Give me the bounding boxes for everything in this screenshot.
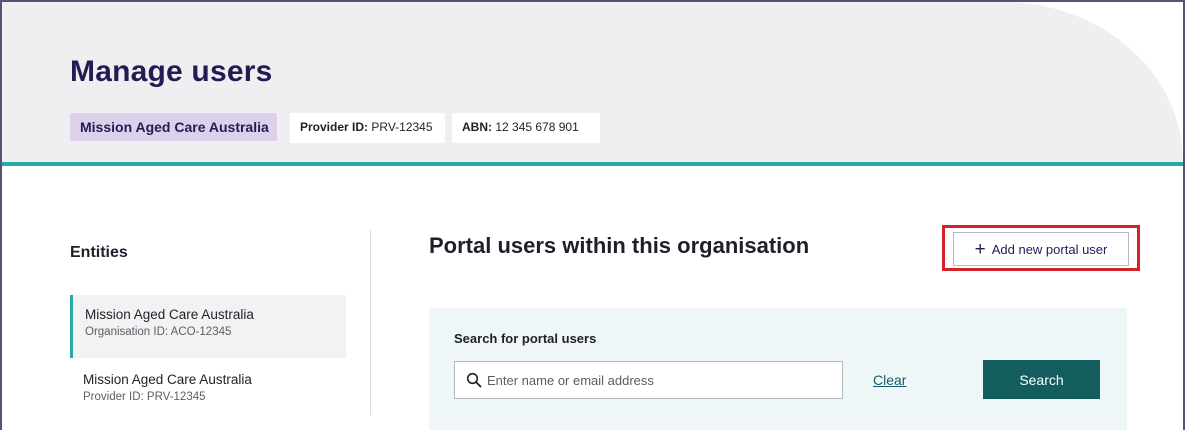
plus-icon: +: [974, 238, 986, 260]
entity-name: Mission Aged Care Australia: [83, 372, 252, 387]
provider-id-label: Provider ID:: [300, 120, 369, 134]
abn-value: 12 345 678 901: [495, 120, 579, 134]
entity-id: Provider ID: PRV-12345: [83, 391, 206, 403]
provider-id-value: PRV-12345: [371, 120, 433, 134]
provider-id-badge: Provider ID: PRV-12345: [290, 113, 445, 143]
search-input[interactable]: [487, 362, 837, 398]
search-button[interactable]: Search: [983, 360, 1100, 399]
add-portal-user-button[interactable]: + Add new portal user: [953, 232, 1129, 266]
entity-item-provider[interactable]: Mission Aged Care Australia Provider ID:…: [70, 360, 346, 423]
organisation-tag: Mission Aged Care Australia: [70, 113, 277, 141]
entity-item-organisation[interactable]: Mission Aged Care Australia Organisation…: [70, 295, 346, 358]
column-divider: [370, 230, 371, 415]
section-title: Portal users within this organisation: [429, 233, 810, 258]
abn-badge: ABN: 12 345 678 901: [452, 113, 600, 143]
clear-link[interactable]: Clear: [873, 372, 906, 388]
header-divider: [2, 162, 1183, 166]
search-field[interactable]: [454, 361, 843, 399]
entities-heading: Entities: [70, 244, 128, 261]
page-title: Manage users: [70, 55, 273, 88]
entity-name: Mission Aged Care Australia: [85, 307, 254, 322]
search-icon: [466, 372, 482, 388]
add-portal-user-label: Add new portal user: [991, 241, 1108, 257]
search-label: Search for portal users: [454, 331, 597, 346]
entity-id: Organisation ID: ACO-12345: [85, 326, 232, 338]
abn-label: ABN:: [462, 120, 492, 134]
